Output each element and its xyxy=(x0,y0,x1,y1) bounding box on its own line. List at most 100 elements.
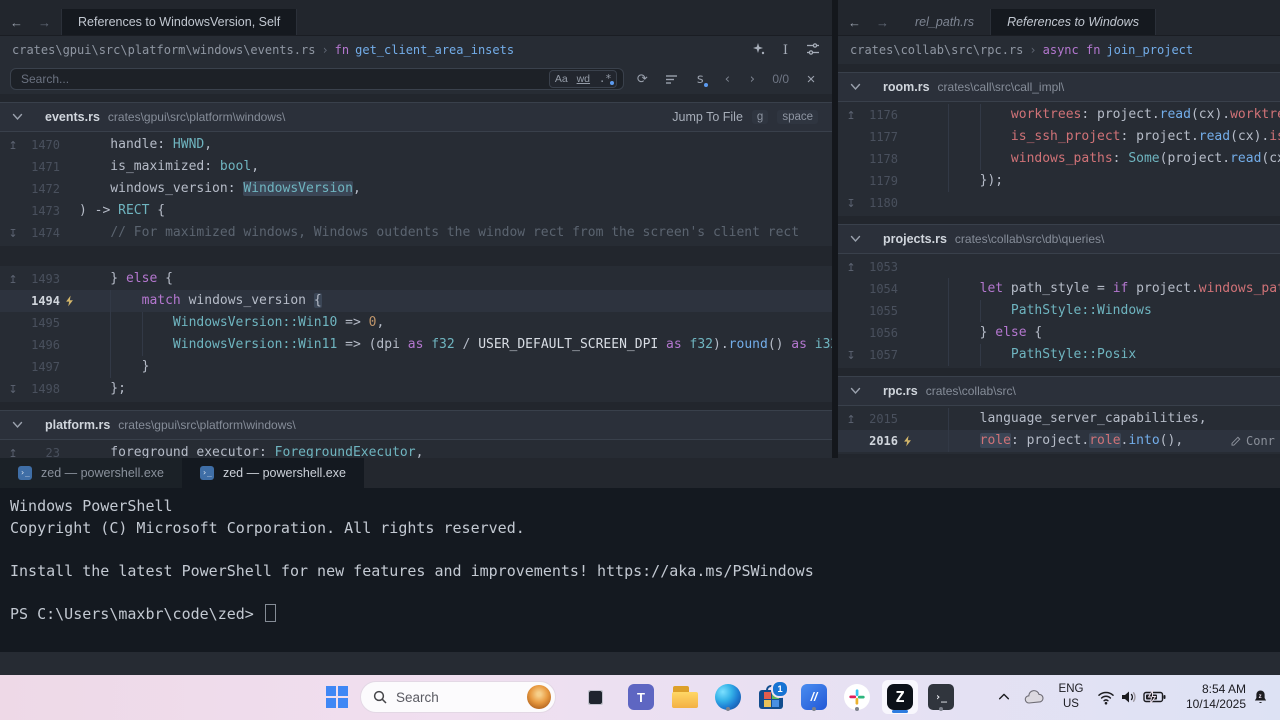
code-line[interactable]: ↥23 foreground_executor: ForegroundExecu… xyxy=(0,442,832,458)
code-line[interactable]: 1054 let path_style = if project.windows… xyxy=(838,278,1280,300)
code-line[interactable]: 2016 role: project.role.into(),Conr xyxy=(838,430,1280,452)
zed-button[interactable]: Z xyxy=(882,680,918,714)
chevron-down-icon[interactable] xyxy=(12,113,23,121)
terminal-tab-2[interactable]: ›_ zed — powershell.exe xyxy=(182,458,364,488)
edge-button[interactable] xyxy=(712,681,744,713)
wifi-button[interactable] xyxy=(1094,681,1118,713)
prev-match-icon[interactable]: ‹ xyxy=(718,72,736,87)
taskbar-clock[interactable]: 8:54 AM 10/14/2025 xyxy=(1166,682,1246,712)
powershell-button[interactable]: ›_ xyxy=(925,681,957,713)
chevron-down-icon[interactable] xyxy=(850,83,861,91)
code-line[interactable]: 1472 windows_version: WindowsVersion, xyxy=(0,178,832,200)
regex-toggle[interactable]: .* xyxy=(594,71,616,87)
expand-excerpt-up-icon[interactable]: ↥ xyxy=(838,109,864,122)
tab-bar-right: ← → rel_path.rs References to Windows xyxy=(838,0,1280,36)
notification-bell-button[interactable]: z xyxy=(1248,681,1272,713)
start-button[interactable] xyxy=(321,681,353,713)
selection-search-icon[interactable]: s xyxy=(689,68,711,90)
code-text: // For maximized windows, Windows outden… xyxy=(79,222,832,244)
next-match-icon[interactable]: › xyxy=(743,72,761,87)
tray-expand-button[interactable] xyxy=(993,681,1015,713)
code-line[interactable]: ↧1180 xyxy=(838,192,1280,214)
expand-excerpt-up-icon[interactable]: ↥ xyxy=(0,139,26,152)
terminal-output[interactable]: Windows PowerShellCopyright (C) Microsof… xyxy=(0,488,1280,625)
search-highlight-image[interactable] xyxy=(527,685,551,709)
excerpt-header[interactable]: rpc.rscrates\collab\src\ xyxy=(838,376,1280,406)
code-line[interactable]: 1471 is_maximized: bool, xyxy=(0,156,832,178)
expand-excerpt-down-icon[interactable]: ↧ xyxy=(0,383,26,396)
code-action-icon[interactable] xyxy=(898,435,917,447)
onedrive-button[interactable] xyxy=(1020,681,1048,713)
jump-to-file-label[interactable]: Jump To File xyxy=(672,110,743,124)
clock-time: 8:54 AM xyxy=(1166,682,1246,697)
code-line[interactable]: 1473) -> RECT { xyxy=(0,200,832,222)
code-line[interactable]: ↧1474 // For maximized windows, Windows … xyxy=(0,222,832,244)
expand-excerpt-up-icon[interactable]: ↥ xyxy=(0,447,26,459)
code-line[interactable]: 1178 windows_paths: Some(project.read(cx… xyxy=(838,148,1280,170)
indent-guide xyxy=(980,126,981,148)
slack-button[interactable] xyxy=(841,681,873,713)
replace-icon[interactable]: ⟳ xyxy=(631,68,653,90)
expand-excerpt-up-icon[interactable]: ↥ xyxy=(838,413,864,426)
excerpt-file-path: crates\gpui\src\platform\windows\ xyxy=(108,110,285,124)
tab-rel-path[interactable]: rel_path.rs xyxy=(899,9,990,35)
taskbar-search-box[interactable]: Search xyxy=(360,681,556,713)
expand-excerpt-down-icon[interactable]: ↧ xyxy=(838,197,864,210)
excerpt-header[interactable]: events.rscrates\gpui\src\platform\window… xyxy=(0,102,832,132)
code-line[interactable]: 1055 PathStyle::Windows xyxy=(838,300,1280,322)
breadcrumb-right[interactable]: crates\collab\src\rpc.rs › async fn join… xyxy=(838,36,1280,64)
chevron-down-icon[interactable] xyxy=(850,235,861,243)
battery-button[interactable] xyxy=(1141,681,1169,713)
file-explorer-button[interactable] xyxy=(669,681,701,713)
code-line[interactable]: 1177 is_ssh_project: project.read(cx).is… xyxy=(838,126,1280,148)
breadcrumb-path: crates\gpui\src\platform\windows\events.… xyxy=(12,43,315,57)
task-view-button[interactable] xyxy=(580,681,612,713)
code-line[interactable]: ↧1498 }; xyxy=(0,378,832,400)
text-cursor-icon[interactable]: I xyxy=(783,43,788,58)
excerpt-header[interactable]: platform.rscrates\gpui\src\platform\wind… xyxy=(0,410,832,440)
expand-excerpt-down-icon[interactable]: ↧ xyxy=(838,349,864,362)
inline-assist-icon[interactable] xyxy=(752,42,765,58)
nav-back-icon[interactable]: ← xyxy=(10,15,23,30)
filter-lines-icon[interactable] xyxy=(660,68,682,90)
nav-forward-icon[interactable]: → xyxy=(38,15,51,30)
app-slashes-button[interactable]: // xyxy=(798,681,830,713)
breadcrumb-left[interactable]: crates\gpui\src\platform\windows\events.… xyxy=(0,36,832,64)
teams-button[interactable]: T xyxy=(625,681,657,713)
whole-word-toggle[interactable]: wd xyxy=(572,71,594,87)
code-line[interactable]: ↥1176 worktrees: project.read(cx).worktr… xyxy=(838,104,1280,126)
excerpt-header[interactable]: room.rscrates\call\src\call_impl\ xyxy=(838,72,1280,102)
code-line[interactable]: ↥2015 language_server_capabilities, xyxy=(838,408,1280,430)
editor-controls-icon[interactable] xyxy=(806,43,820,58)
terminal-tab-1[interactable]: ›_ zed — powershell.exe xyxy=(0,458,182,488)
code-line[interactable]: 1495 WindowsVersion::Win10 => 0, xyxy=(0,312,832,334)
code-line[interactable]: ↥1470 handle: HWND, xyxy=(0,134,832,156)
expand-excerpt-up-icon[interactable]: ↥ xyxy=(0,273,26,286)
tab-references-windowsversion[interactable]: References to WindowsVersion, Self xyxy=(61,9,297,35)
code-line[interactable]: ↥1493 } else { xyxy=(0,268,832,290)
store-button[interactable]: 1 xyxy=(755,681,787,713)
chevron-down-icon[interactable] xyxy=(850,387,861,395)
code-line[interactable]: ↥1053 xyxy=(838,256,1280,278)
volume-button[interactable] xyxy=(1117,681,1141,713)
excerpt-header[interactable]: projects.rscrates\collab\src\db\queries\ xyxy=(838,224,1280,254)
expand-excerpt-down-icon[interactable]: ↧ xyxy=(0,227,26,240)
case-sensitive-toggle[interactable]: Aa xyxy=(550,71,572,87)
close-search-icon[interactable]: × xyxy=(800,71,822,88)
code-line[interactable]: 1496 WindowsVersion::Win11 => (dpi as f3… xyxy=(0,334,832,356)
search-input[interactable]: Search... Aa wd .* xyxy=(10,68,624,90)
code-line[interactable]: ↧1057 PathStyle::Posix xyxy=(838,344,1280,366)
code-action-icon[interactable] xyxy=(60,295,79,307)
nav-forward-icon[interactable]: → xyxy=(876,15,889,30)
code-line[interactable]: 1056 } else { xyxy=(838,322,1280,344)
expand-excerpt-up-icon[interactable]: ↥ xyxy=(838,261,864,274)
code-line[interactable]: 1179 }); xyxy=(838,170,1280,192)
nav-back-icon[interactable]: ← xyxy=(848,15,861,30)
chevron-down-icon[interactable] xyxy=(12,421,23,429)
code-line[interactable]: 1494 match windows_version { xyxy=(0,290,832,312)
terminal-prompt[interactable]: PS C:\Users\maxbr\code\zed> xyxy=(10,604,1280,626)
language-indicator[interactable]: ENG US xyxy=(1053,682,1089,712)
code-line[interactable]: 1497 } xyxy=(0,356,832,378)
tab-references-windows[interactable]: References to Windows xyxy=(990,9,1156,35)
code-text: } else { xyxy=(917,322,1280,344)
